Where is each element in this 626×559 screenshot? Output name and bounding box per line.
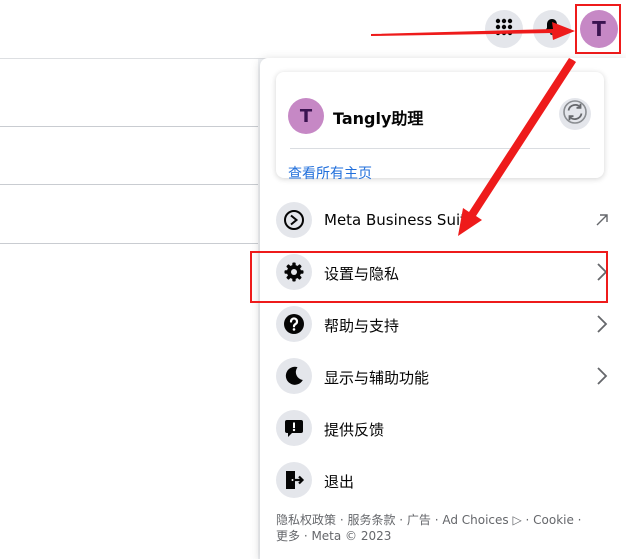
menu-item-label: Meta Business Suite [324, 211, 476, 229]
grid-icon [494, 17, 514, 41]
background-content [0, 59, 258, 559]
menu-item-label: 帮助与支持 [324, 317, 400, 335]
apps-menu-button[interactable] [485, 10, 523, 48]
switch-profile-icon [562, 99, 588, 129]
menu-item-label: 提供反馈 [324, 421, 385, 439]
logout-icon [276, 462, 312, 498]
menu-item-help-support[interactable]: 帮助与支持 [276, 302, 616, 348]
avatar[interactable]: T [288, 98, 324, 134]
bell-icon [542, 17, 562, 41]
menu-item-label: 显示与辅助功能 [324, 369, 430, 387]
menu-item-log-out[interactable]: 退出 [276, 458, 616, 504]
menu-item-give-feedback[interactable]: 提供反馈 [276, 406, 616, 452]
menu-item-display-accessibility[interactable]: 显示与辅助功能 [276, 354, 616, 400]
chevron-right-icon [590, 364, 612, 388]
profile-name[interactable]: Tangly助理 [333, 105, 423, 129]
switch-profile-button[interactable] [559, 98, 591, 130]
business-suite-icon [276, 202, 312, 238]
account-dropdown-menu: T Tangly助理 查看所有主页 Meta Business Suite 设置… [260, 58, 626, 559]
menu-item-label: 退出 [324, 473, 355, 491]
external-link-icon [590, 208, 612, 232]
divider [0, 126, 258, 127]
question-icon [276, 306, 312, 342]
menu-item-business-suite[interactable]: Meta Business Suite [276, 198, 616, 244]
avatar-letter: T [299, 105, 313, 127]
feedback-icon [276, 410, 312, 446]
see-all-profiles-link[interactable]: 查看所有主页 [288, 163, 372, 183]
divider [0, 243, 258, 244]
chevron-right-icon [590, 312, 612, 336]
annotation-highlight-settings [250, 251, 608, 303]
annotation-highlight-avatar [575, 4, 621, 54]
moon-icon [276, 358, 312, 394]
divider [0, 184, 258, 185]
footer-line-2[interactable]: 更多 · Meta © 2023 [276, 528, 606, 544]
divider [290, 148, 590, 149]
notifications-button[interactable] [533, 10, 571, 48]
footer-line-1[interactable]: 隐私权政策 · 服务条款 · 广告 · Ad Choices ▷ · Cooki… [276, 512, 606, 528]
footer-links: 隐私权政策 · 服务条款 · 广告 · Ad Choices ▷ · Cooki… [276, 512, 606, 544]
top-navigation-bar: T [0, 0, 626, 59]
profile-card[interactable]: T Tangly助理 查看所有主页 [276, 72, 604, 182]
